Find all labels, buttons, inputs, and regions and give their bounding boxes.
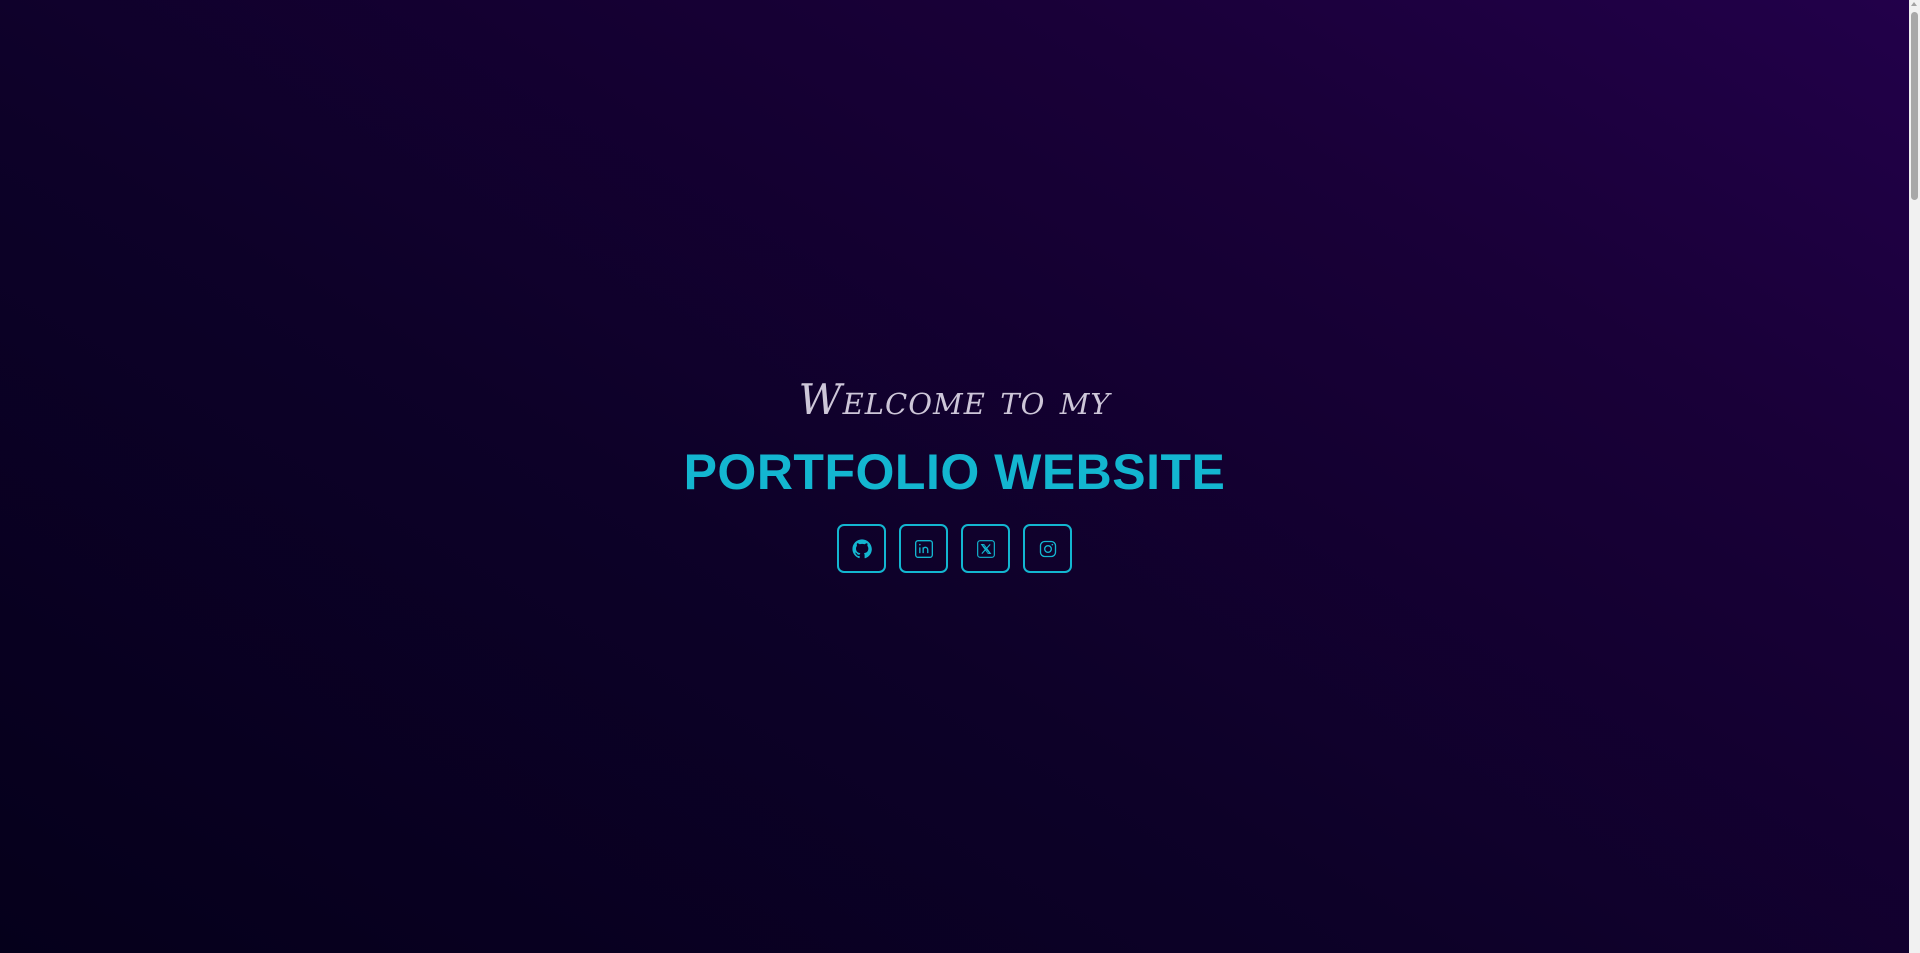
instagram-button[interactable] (1023, 524, 1072, 573)
x-icon (976, 539, 996, 559)
linkedin-icon (914, 539, 934, 559)
instagram-icon (1038, 539, 1058, 559)
hero-section: Welcome to my PORTFOLIO WEBSITE (0, 372, 1909, 573)
page: Welcome to my PORTFOLIO WEBSITE (0, 0, 1909, 953)
portfolio-title: PORTFOLIO WEBSITE (683, 444, 1226, 500)
welcome-heading: Welcome to my (798, 375, 1111, 424)
github-icon (851, 538, 872, 559)
scroll-thumb[interactable] (1911, 12, 1918, 200)
github-button[interactable] (837, 524, 886, 573)
social-links (0, 524, 1909, 573)
scroll-up-icon[interactable] (1911, 2, 1917, 6)
x-button[interactable] (961, 524, 1010, 573)
linkedin-button[interactable] (899, 524, 948, 573)
vertical-scrollbar[interactable] (1909, 0, 1920, 953)
